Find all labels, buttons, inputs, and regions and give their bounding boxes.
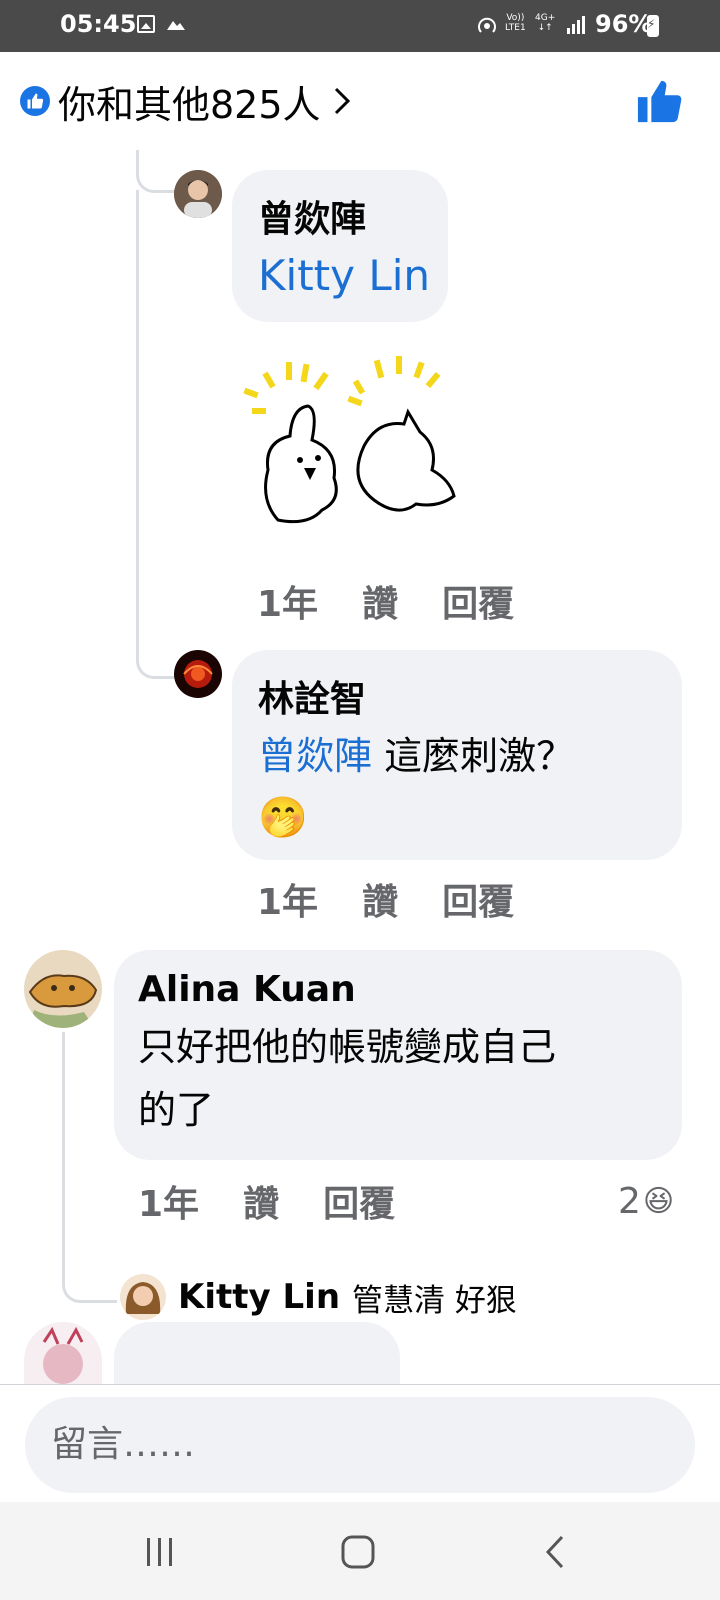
comment-text: 這麼刺激？ [384, 734, 575, 778]
like-comment-button[interactable]: 讚 [362, 575, 398, 627]
avatar[interactable] [24, 950, 102, 1028]
chevron-right-icon [334, 87, 350, 115]
like-button-icon[interactable] [636, 78, 682, 124]
avatar [120, 1274, 166, 1320]
comment-bubble[interactable] [114, 1322, 400, 1384]
avatar[interactable] [174, 650, 222, 698]
comment-text: 只好把他的帳號變成自己 [138, 1025, 557, 1069]
laugh-emoji-icon: 😆 [642, 1183, 675, 1219]
reaction-summary[interactable]: 2 😆 [618, 1178, 674, 1224]
thread-line [136, 630, 177, 679]
avatar[interactable] [24, 1322, 102, 1384]
like-comment-button[interactable]: 讚 [362, 873, 398, 925]
reply-button[interactable]: 回覆 [323, 1175, 395, 1227]
comment-author[interactable]: 曾欻陣 [258, 196, 448, 244]
back-icon[interactable] [536, 1532, 576, 1572]
comment-bubble[interactable]: 林詮智 曾欻陣 這麼刺激？ 🤭 [232, 650, 682, 860]
recent-apps-icon[interactable] [140, 1532, 180, 1572]
emoji-icon: 🤭 [258, 795, 308, 841]
reply-text: 管慧清 好狠 [352, 1282, 517, 1319]
home-icon[interactable] [338, 1532, 378, 1572]
comment-meta: 1年 讚 回覆 [138, 1175, 439, 1227]
status-bar: 05:45 Vo)) LTE1 4G+ ↓↑ 96% [0, 0, 720, 52]
thread-line [136, 150, 177, 193]
sticker-image [243, 356, 456, 524]
cloud-icon [167, 21, 185, 30]
comment-meta: 1年 讚 回覆 [257, 873, 558, 925]
thread-line [62, 1032, 117, 1303]
comment-input[interactable]: 留言…… [25, 1397, 695, 1493]
mention-link[interactable]: Kitty Lin [258, 244, 448, 308]
like-comment-button[interactable]: 讚 [243, 1175, 279, 1227]
gallery-icon [137, 15, 155, 33]
reactions-header: 你和其他825人 [0, 52, 720, 150]
reply-button[interactable]: 回覆 [442, 873, 514, 925]
battery-icon [647, 15, 659, 37]
comment-meta: 1年 讚 回覆 [257, 575, 558, 627]
comment-author[interactable]: 林詮智 [258, 676, 682, 724]
avatar[interactable] [174, 170, 222, 218]
navigation-bar [0, 1502, 720, 1600]
reactions-summary-link[interactable]: 你和其他825人 [20, 76, 351, 127]
reactions-summary-text: 你和其他825人 [58, 82, 321, 127]
comment-author[interactable]: Alina Kuan [138, 966, 682, 1014]
reply-button[interactable]: 回覆 [442, 575, 514, 627]
comment-time: 1年 [138, 1184, 200, 1225]
comment-bubble[interactable]: Alina Kuan 只好把他的帳號變成自己 的了 [114, 950, 682, 1160]
status-time: 05:45 [60, 10, 137, 38]
battery-percent: 96% [595, 10, 653, 38]
comment-text-line: 曾欻陣 這麼刺激？ [258, 724, 682, 788]
signal-icon [567, 16, 585, 34]
comment-time: 1年 [257, 882, 319, 923]
like-badge-icon [20, 86, 50, 116]
reply-preview[interactable]: Kitty Lin 管慧清 好狠 [120, 1272, 517, 1322]
volte-indicator: Vo)) LTE1 [505, 13, 526, 33]
comment-time: 1年 [257, 584, 319, 625]
reaction-count: 2 [618, 1180, 641, 1222]
hotspot-icon [478, 17, 496, 33]
comment-text: 的了 [138, 1088, 215, 1132]
thread-line [136, 190, 139, 630]
mention-link[interactable]: 曾欻陣 [258, 734, 372, 778]
network-indicator: 4G+ ↓↑ [535, 13, 556, 33]
comment-bubble[interactable]: 曾欻陣 Kitty Lin [232, 170, 448, 322]
comment-bar: 留言…… [0, 1384, 720, 1503]
reply-author: Kitty Lin [178, 1277, 341, 1317]
